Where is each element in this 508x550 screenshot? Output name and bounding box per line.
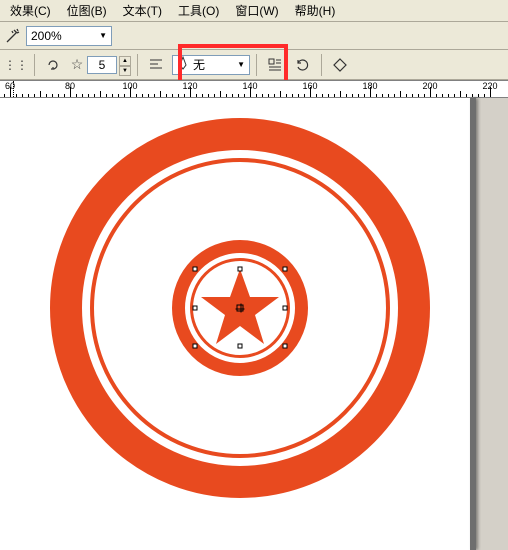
canvas[interactable]	[0, 98, 508, 550]
chevron-down-icon: ▼	[237, 60, 245, 69]
wand-icon[interactable]	[2, 25, 24, 47]
ruler-label: 120	[182, 81, 197, 91]
menu-effects[interactable]: 效果(C)	[2, 0, 59, 21]
selection-handle[interactable]	[193, 344, 198, 349]
pasteboard	[476, 98, 508, 550]
star-points-spinner[interactable]: ▲ ▼	[119, 56, 131, 74]
menu-bar: 效果(C) 位图(B) 文本(T) 工具(O) 窗口(W) 帮助(H)	[0, 0, 508, 22]
pen-mode-combo[interactable]: 无 ▼	[172, 55, 250, 75]
drag-handle-icon[interactable]: ⋮⋮	[4, 53, 28, 77]
page-edge-shadow	[470, 98, 476, 550]
rotate-icon[interactable]	[291, 53, 315, 77]
pen-icon	[177, 56, 189, 73]
ruler-label: 220	[482, 81, 497, 91]
toolbar-zoom: 200% ▼	[0, 22, 508, 50]
pen-mode-label: 无	[193, 56, 233, 73]
menu-bitmap[interactable]: 位图(B)	[59, 0, 115, 21]
ruler-label: 180	[362, 81, 377, 91]
menu-tools[interactable]: 工具(O)	[170, 0, 227, 21]
chevron-down-icon: ▼	[99, 31, 107, 40]
artwork-group[interactable]	[50, 118, 430, 498]
separator	[321, 54, 322, 76]
text-wrap-icon[interactable]	[263, 53, 287, 77]
selection-handle[interactable]	[193, 306, 198, 311]
selection-handle[interactable]	[283, 306, 288, 311]
shape-outline-icon[interactable]	[328, 53, 352, 77]
ruler-label: 80	[65, 81, 75, 91]
selection-handle[interactable]	[238, 267, 243, 272]
star-icon: ☆	[69, 56, 85, 73]
spinner-down-icon[interactable]: ▼	[119, 66, 131, 76]
ruler-horizontal[interactable]: 6080100120140160180200220	[0, 80, 508, 98]
separator	[34, 54, 35, 76]
menu-text[interactable]: 文本(T)	[115, 0, 170, 21]
ruler-label: 200	[422, 81, 437, 91]
menu-window[interactable]: 窗口(W)	[227, 0, 286, 21]
zoom-combo[interactable]: 200% ▼	[26, 26, 112, 46]
ruler-label: 100	[122, 81, 137, 91]
spinner-up-icon[interactable]: ▲	[119, 56, 131, 66]
loop-icon[interactable]	[41, 53, 65, 77]
star-points-input[interactable]	[87, 56, 117, 74]
separator	[256, 54, 257, 76]
toolbar-properties: ⋮⋮ ☆ ▲ ▼ 无 ▼	[0, 50, 508, 80]
selection-center[interactable]	[237, 305, 244, 312]
star-points-field: ☆ ▲ ▼	[69, 56, 131, 74]
ruler-label: 140	[242, 81, 257, 91]
selection-handle[interactable]	[238, 344, 243, 349]
zoom-value: 200%	[31, 29, 62, 43]
align-left-icon[interactable]	[144, 53, 168, 77]
menu-help[interactable]: 帮助(H)	[287, 0, 344, 21]
ruler-marker	[13, 81, 14, 97]
ruler-label: 160	[302, 81, 317, 91]
selection-handle[interactable]	[193, 267, 198, 272]
selection-handle[interactable]	[283, 344, 288, 349]
selection-handle[interactable]	[283, 267, 288, 272]
separator	[137, 54, 138, 76]
